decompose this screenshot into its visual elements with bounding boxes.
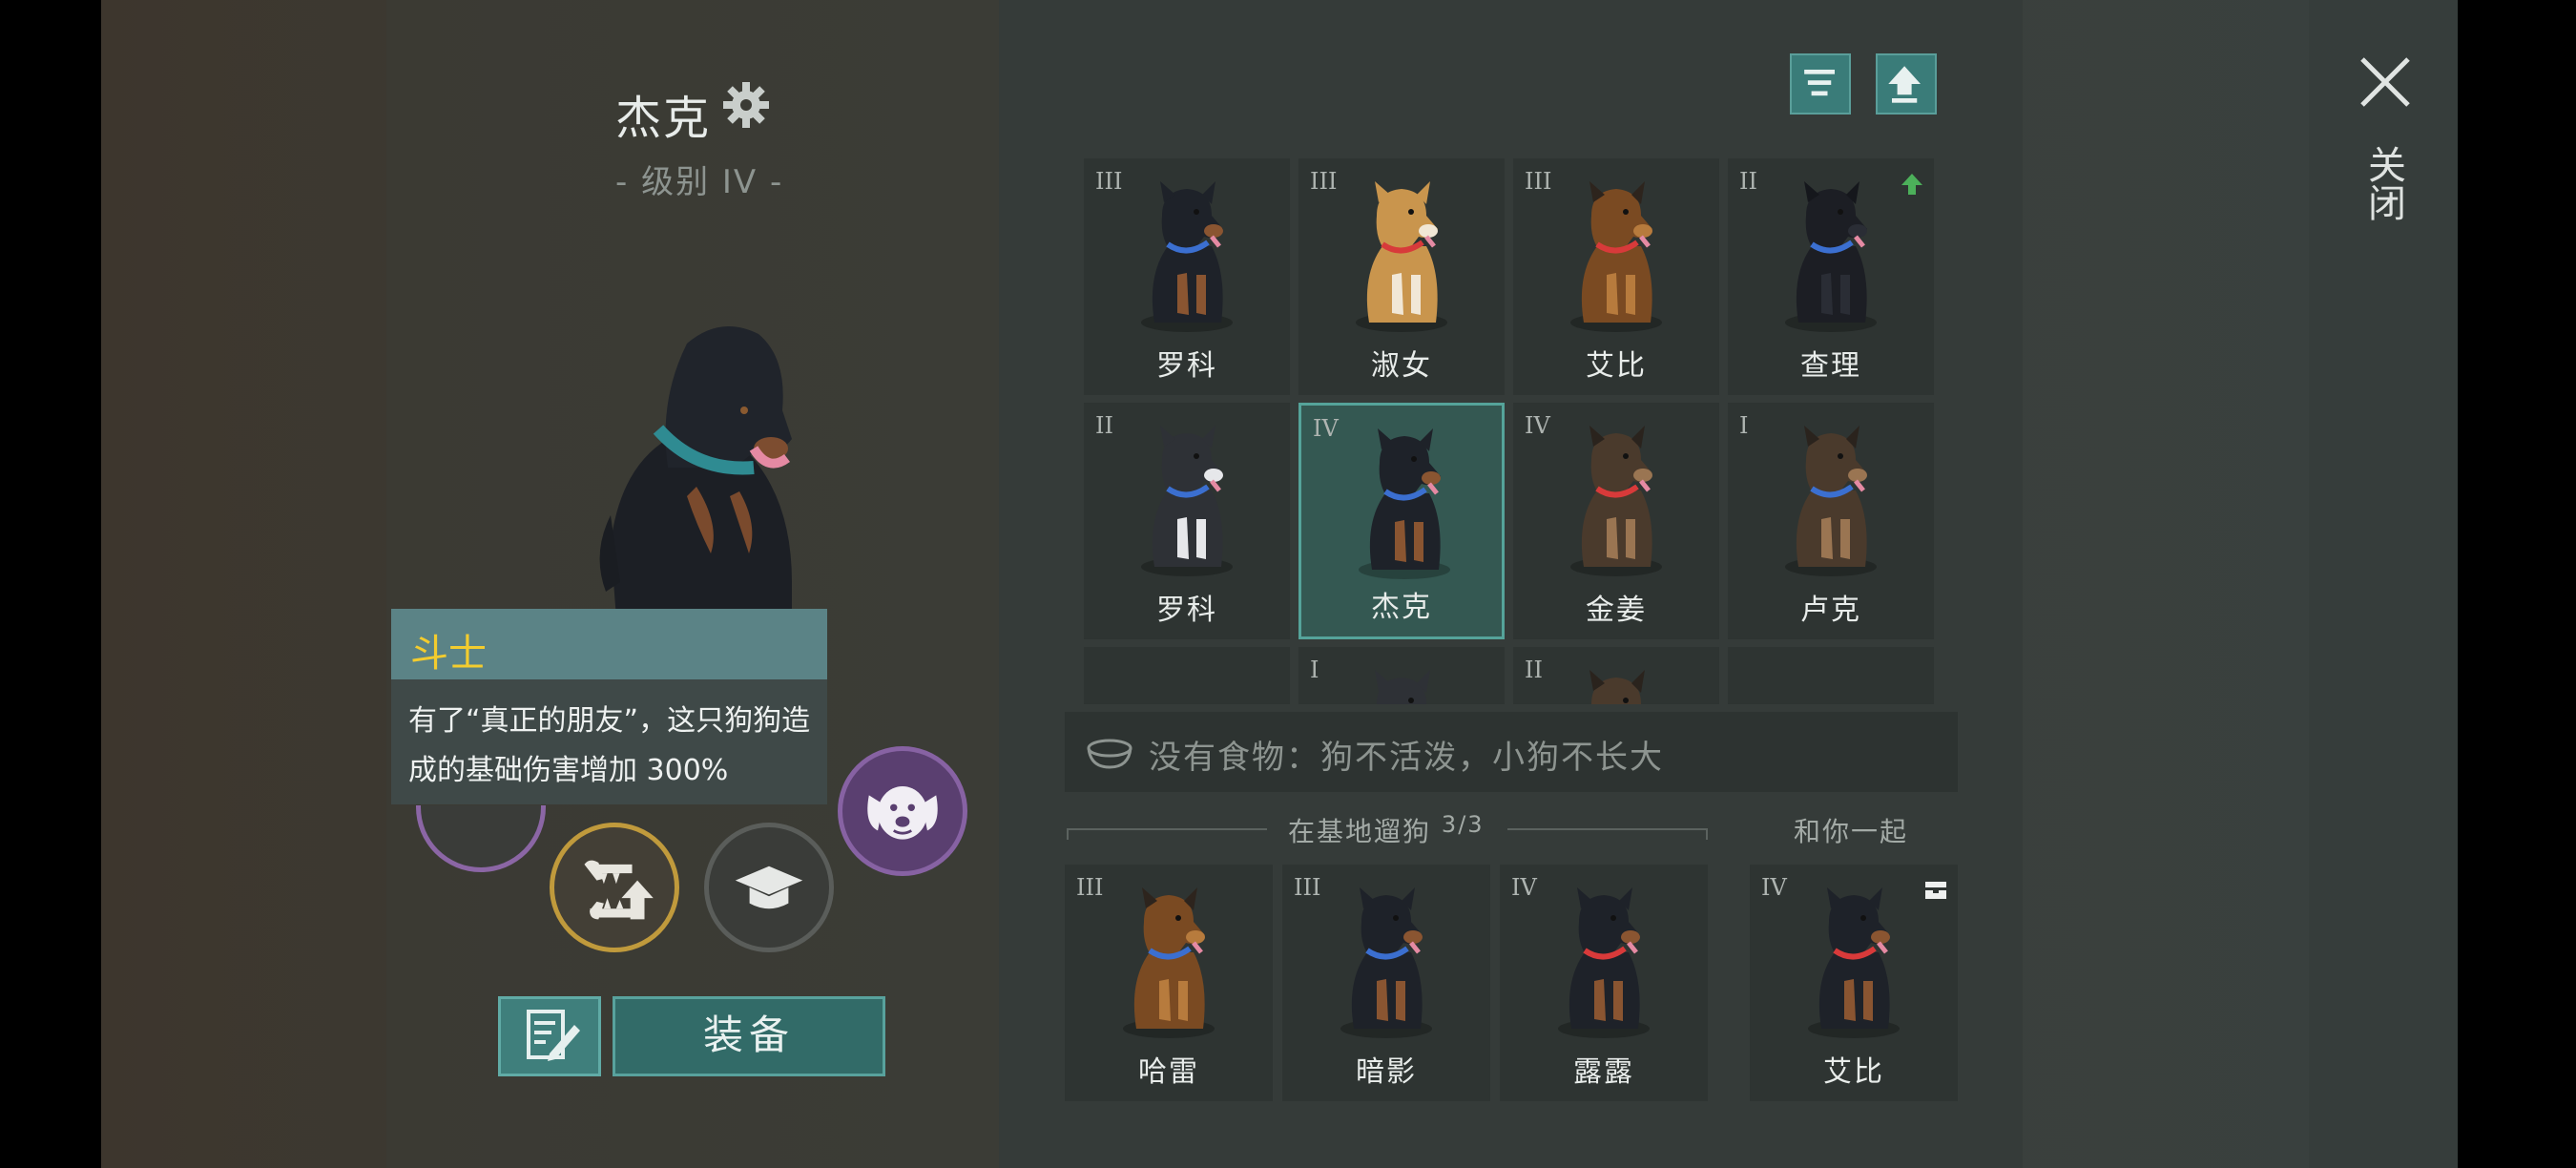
notes-button[interactable]	[498, 996, 601, 1076]
gear-icon[interactable]	[721, 80, 771, 130]
dog-name: 金姜	[1586, 594, 1647, 627]
dog-name: 卢克	[1800, 594, 1861, 627]
walking-label-text: 在基地遛狗	[1288, 816, 1432, 847]
dog-name: 杰克	[1371, 591, 1432, 624]
rottweiler-dog-icon	[1359, 428, 1450, 579]
shepherd-dark-dog-icon	[1570, 426, 1662, 576]
dog-rank: IV	[1313, 415, 1339, 442]
dog-rank: IV	[1511, 874, 1537, 901]
rottweiler-dog-icon	[1808, 887, 1900, 1038]
dog-face-icon	[867, 786, 938, 840]
dog-card[interactable]: III 罗科	[1084, 158, 1290, 395]
dog-card[interactable]: I 卢克	[1728, 403, 1934, 639]
dog-skill-button[interactable]	[838, 746, 967, 876]
upload-button[interactable]	[1876, 53, 1937, 115]
close-icon[interactable]	[2357, 53, 2414, 111]
sort-list-icon	[1804, 70, 1835, 96]
food-bowl-icon	[1087, 739, 1132, 769]
walking-count: 3/3	[1441, 811, 1485, 838]
dog-name: 淑女	[1371, 349, 1432, 383]
dog-name: 哈雷	[1138, 1055, 1199, 1089]
dog-rank: IV	[1525, 412, 1550, 439]
shepherd-dog-icon	[1570, 181, 1662, 332]
dog-rank: I	[1739, 412, 1749, 439]
dog-card[interactable]: II 罗科	[1084, 403, 1290, 639]
food-status-bar: 没有食物：狗不活泼，小狗不长大	[1065, 712, 1958, 792]
dog-rank: III	[1525, 168, 1552, 195]
dog-card[interactable]: IV 金姜	[1513, 403, 1719, 639]
edit-notes-icon	[527, 1010, 580, 1061]
dog-card[interactable]: III 淑女	[1298, 158, 1505, 395]
dog-card[interactable]: III 哈雷	[1065, 865, 1273, 1101]
dog-card[interactable]: III 暗影	[1282, 865, 1490, 1101]
sort-button[interactable]	[1790, 53, 1851, 115]
dog-name: 露露	[1573, 1055, 1634, 1089]
shiba-dog-icon	[1356, 181, 1447, 332]
puppy-dog-icon	[1785, 181, 1877, 332]
dog-card[interactable]: II 查理	[1728, 158, 1934, 395]
tooltip-title: 斗士	[410, 632, 487, 676]
dog-rank: II	[1095, 412, 1113, 439]
dog-card[interactable]: I	[1298, 647, 1505, 704]
shepherd-dog-icon	[1123, 887, 1215, 1038]
dog-rank: III	[1076, 874, 1104, 901]
rottweiler-dog-icon	[1141, 181, 1233, 332]
husky-dog-icon	[1141, 426, 1233, 576]
upload-arrow-icon	[1888, 66, 1921, 103]
divider-tick	[1067, 828, 1069, 840]
divider-tick	[1706, 828, 1708, 840]
divider-left	[1067, 828, 1267, 830]
close-label[interactable]: 关闭	[2361, 145, 2405, 221]
divider-right	[1507, 828, 1708, 830]
shepherd-dark-dog-icon	[1785, 426, 1877, 576]
dog-name: 罗科	[1156, 594, 1217, 627]
dog-grid-scroll[interactable]: III 罗科 III 淑女 III 艾比 II 查理 II 罗科 IV 杰克 IV 金姜 I 卢克 I II	[1084, 158, 1939, 704]
dog-rank: II	[1739, 168, 1757, 195]
dog-level: - 级别 IV -	[615, 163, 784, 201]
tooltip-description: 有了“真正的朋友”，这只狗狗造成的基础伤害增加 300%	[408, 704, 811, 787]
dog-rank: III	[1294, 874, 1321, 901]
dog-rank: III	[1095, 168, 1123, 195]
rottweiler-dog-icon	[1340, 887, 1432, 1038]
selected-dog-name: 杰克	[615, 92, 712, 145]
rottweiler-dog-icon	[1558, 887, 1650, 1038]
with-you-label: 和你一起	[1794, 816, 1909, 847]
storage-box-icon	[1925, 882, 1946, 899]
equip-button[interactable]: 装备	[613, 996, 885, 1076]
dog-name: 查理	[1800, 349, 1861, 383]
dog-rank: IV	[1761, 874, 1787, 901]
dog-card[interactable]	[1084, 647, 1290, 704]
dog-name: 暗影	[1356, 1055, 1417, 1089]
dog-name: 艾比	[1823, 1055, 1884, 1089]
walking-label: 在基地遛狗 3/3	[1288, 811, 1485, 849]
dog-card[interactable]: II	[1513, 647, 1719, 704]
upgrade-arrow-icon	[1901, 174, 1922, 195]
food-status-text: 没有食物：狗不活泼，小狗不长大	[1149, 739, 1664, 777]
graduation-cap-icon	[735, 866, 803, 909]
dog-name: 艾比	[1586, 349, 1647, 383]
dog-card[interactable]: IV 杰克	[1298, 403, 1505, 639]
dog-card[interactable]: IV 艾比	[1750, 865, 1958, 1101]
fang-upgrade-button[interactable]	[550, 823, 679, 952]
fang-upgrade-icon	[584, 860, 654, 920]
husky-dog-icon	[1375, 670, 1430, 704]
training-button[interactable]	[704, 823, 834, 952]
dog-card[interactable]	[1728, 647, 1934, 704]
dog-rank: II	[1525, 657, 1543, 683]
dog-rank: III	[1310, 168, 1338, 195]
dog-rank: I	[1310, 657, 1319, 683]
dog-card[interactable]: III 艾比	[1513, 158, 1719, 395]
dog-card[interactable]: IV 露露	[1500, 865, 1708, 1101]
dog-name: 罗科	[1156, 349, 1217, 383]
shepherd-dark-dog-icon	[1589, 670, 1645, 704]
skill-tooltip: 斗士 有了“真正的朋友”，这只狗狗造成的基础伤害增加 300%	[391, 609, 827, 804]
